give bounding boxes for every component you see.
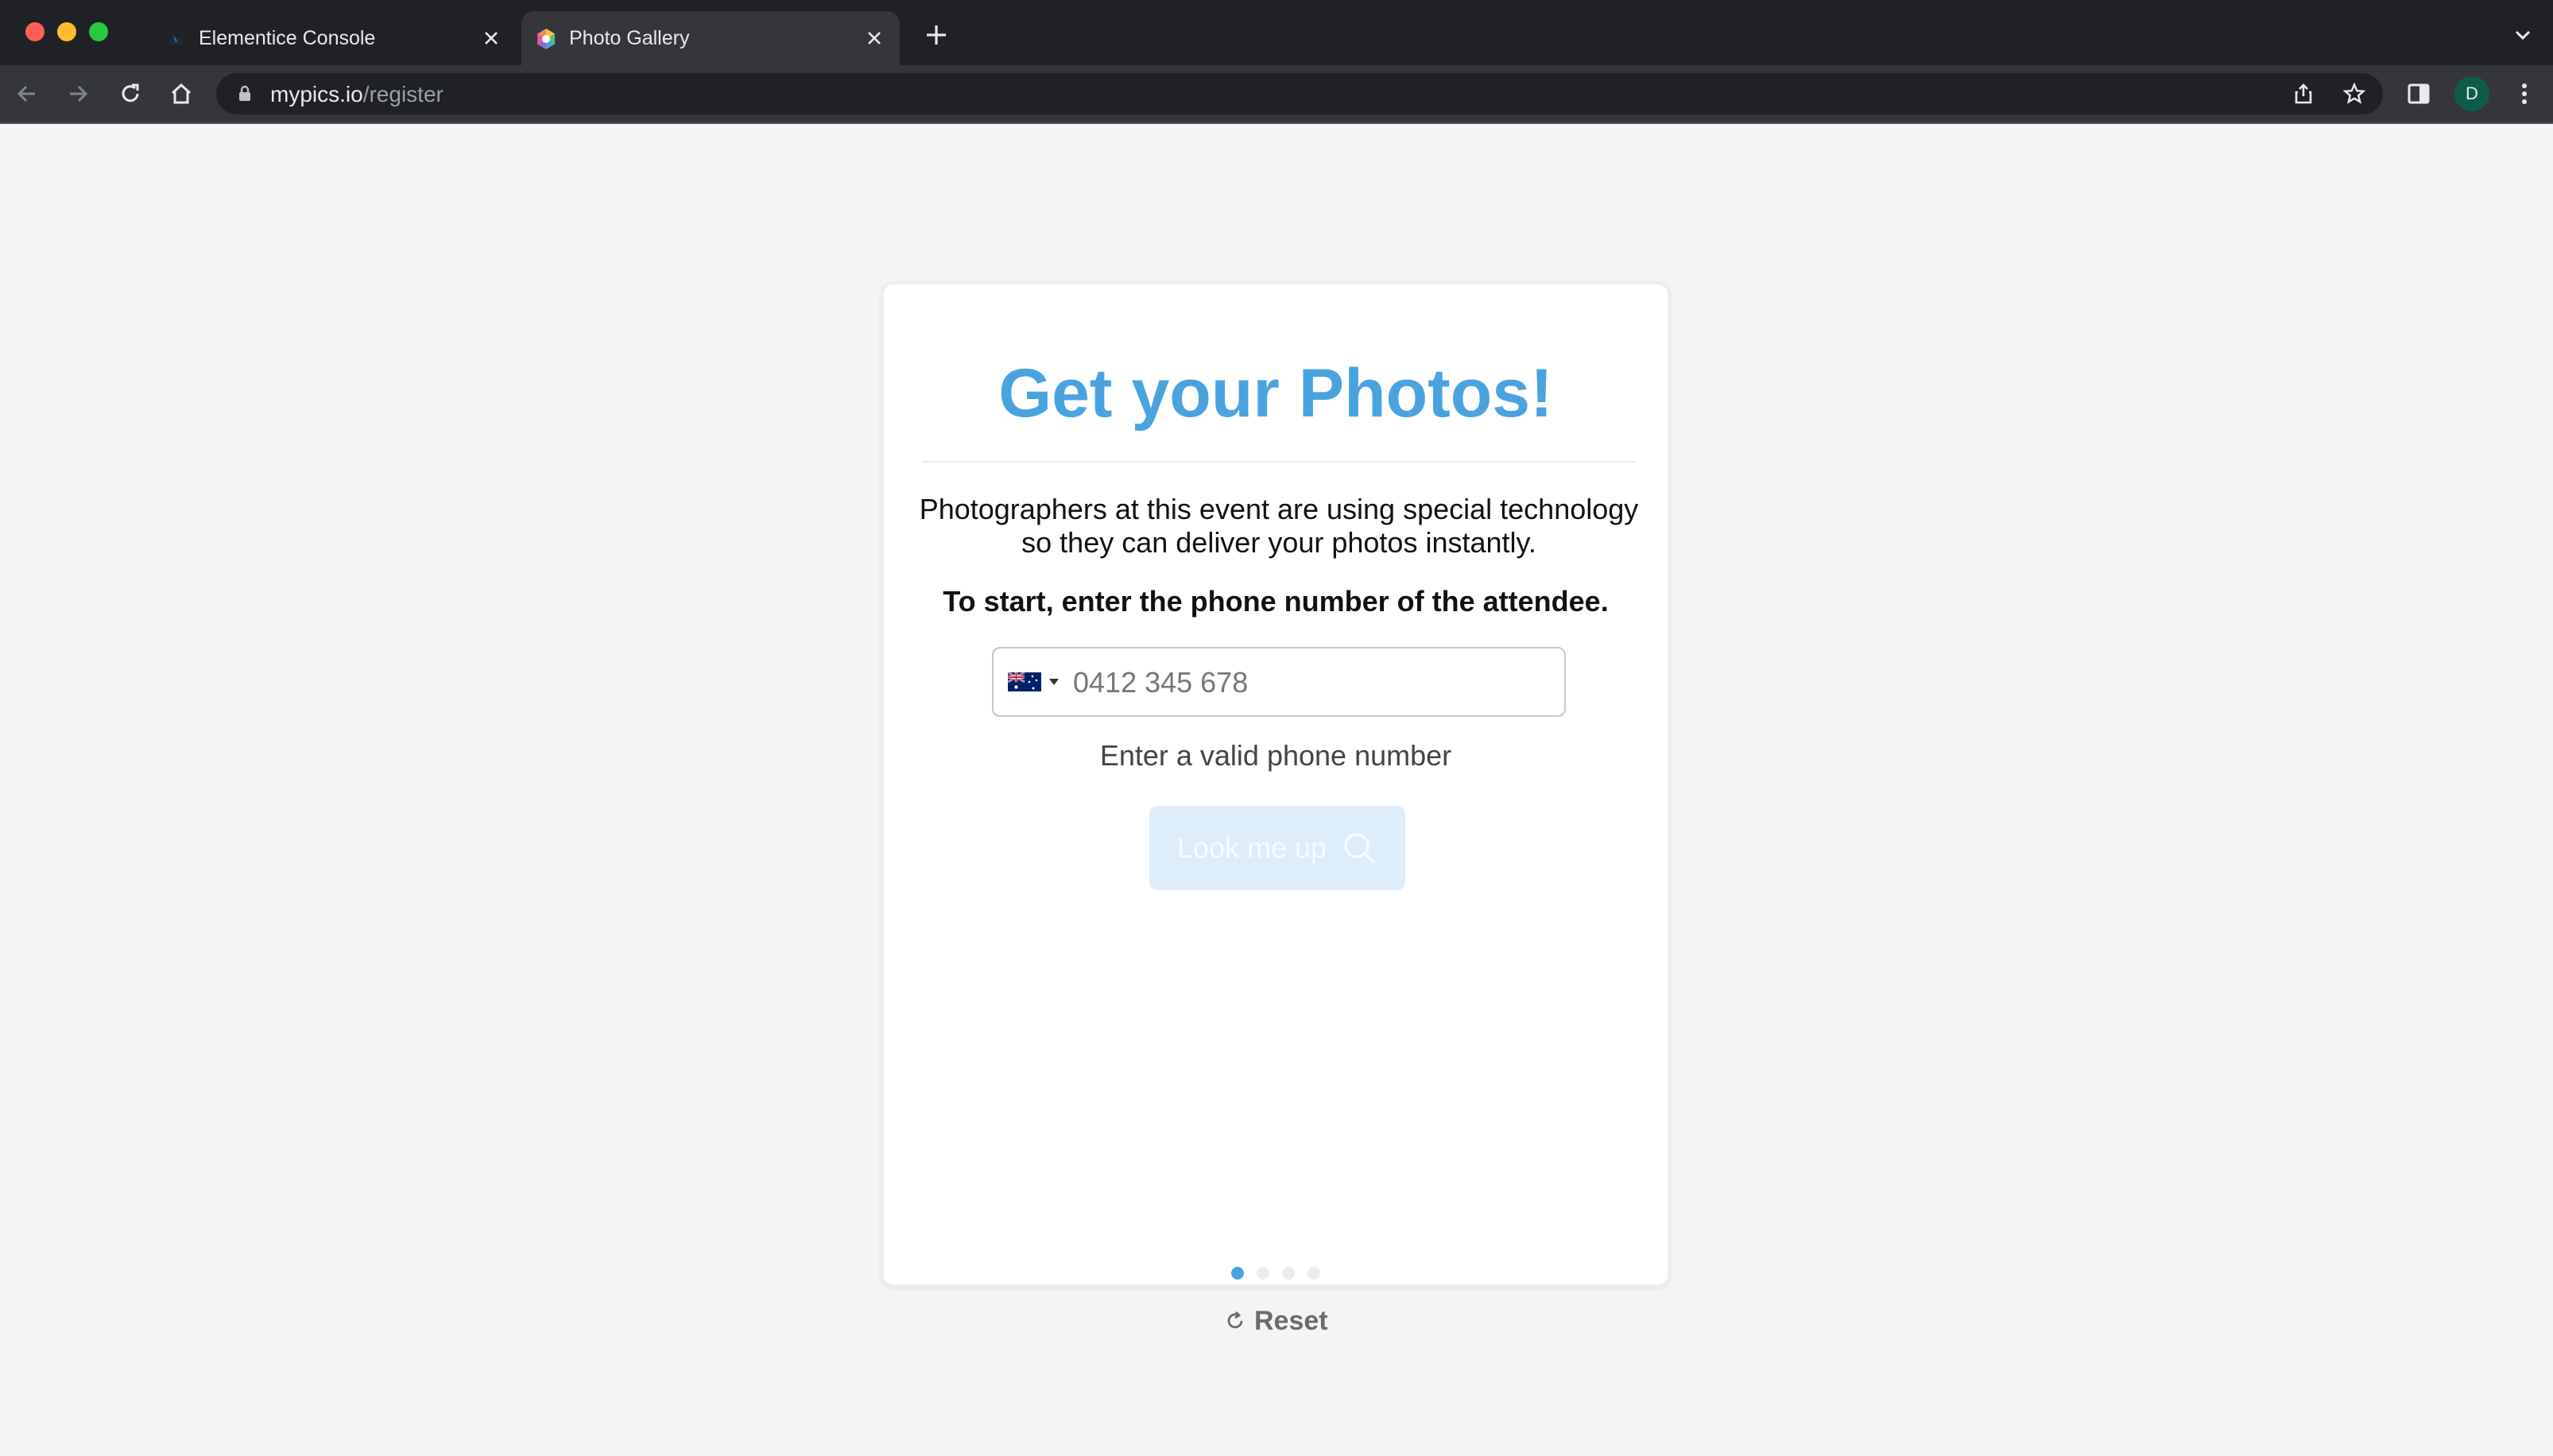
tab-label: Photo Gallery bbox=[569, 27, 690, 49]
registration-card: Get your Photos! Photographers at this e… bbox=[881, 281, 1671, 1288]
new-tab-plus-icon[interactable] bbox=[922, 21, 951, 49]
title-divider bbox=[922, 461, 1636, 463]
lock-icon[interactable] bbox=[235, 84, 254, 103]
share-icon[interactable] bbox=[2292, 83, 2315, 105]
tab-close-icon[interactable] bbox=[478, 25, 504, 51]
tab-search-chevron-down-icon[interactable] bbox=[2512, 24, 2534, 46]
instruction-text: To start, enter the phone number of the … bbox=[943, 585, 1609, 618]
reload-icon[interactable] bbox=[116, 79, 145, 108]
toolbar-divider bbox=[0, 122, 2553, 124]
url-host: mypics.io bbox=[270, 82, 363, 106]
more-vertical-icon[interactable] bbox=[2510, 79, 2539, 108]
look-me-up-button[interactable]: Look me up bbox=[1149, 806, 1405, 890]
reset-icon bbox=[1227, 1311, 1243, 1329]
bookmark-star-icon[interactable] bbox=[2343, 83, 2365, 105]
photo-gallery-favicon-icon bbox=[537, 29, 555, 49]
validation-hint: Enter a valid phone number bbox=[1099, 739, 1452, 772]
step-dot bbox=[1231, 1267, 1244, 1280]
phone-number-field[interactable] bbox=[992, 647, 1566, 717]
reset-label: Reset bbox=[1254, 1305, 1328, 1336]
step-indicator bbox=[884, 1267, 1668, 1280]
window-close-button[interactable] bbox=[25, 22, 45, 41]
window-zoom-button[interactable] bbox=[89, 22, 108, 41]
browser-toolbar: mypics.io/register D bbox=[0, 65, 2553, 122]
page-title: Get your Photos! bbox=[998, 355, 1553, 432]
profile-avatar[interactable]: D bbox=[2454, 76, 2489, 111]
home-icon[interactable] bbox=[167, 79, 196, 108]
step-dot bbox=[1307, 1267, 1320, 1280]
window-minimize-button[interactable] bbox=[57, 22, 76, 41]
search-icon bbox=[1344, 833, 1376, 865]
url-path: /register bbox=[362, 82, 444, 106]
country-dropdown-caret-icon[interactable] bbox=[1049, 679, 1059, 685]
phone-number-input[interactable] bbox=[1073, 663, 1550, 703]
reset-button[interactable]: Reset bbox=[1224, 1305, 1328, 1337]
step-dot bbox=[1257, 1267, 1269, 1280]
australia-flag-icon[interactable] bbox=[1008, 672, 1041, 691]
tab-elementice-console[interactable]: Elementice Console bbox=[151, 11, 517, 65]
description-text: Photographers at this event are using sp… bbox=[919, 493, 1639, 559]
side-panel-icon[interactable] bbox=[2404, 79, 2433, 108]
url-text[interactable]: mypics.io/register bbox=[270, 82, 444, 107]
tab-close-icon[interactable] bbox=[862, 25, 887, 51]
browser-tabstrip: Elementice Console Photo Gallery bbox=[0, 0, 2553, 65]
elementice-favicon-icon bbox=[166, 35, 185, 45]
forward-arrow-icon[interactable] bbox=[64, 79, 92, 108]
address-bar[interactable]: mypics.io/register bbox=[216, 73, 2383, 114]
look-me-up-label: Look me up bbox=[1176, 831, 1327, 864]
tab-photo-gallery[interactable]: Photo Gallery bbox=[521, 11, 900, 65]
back-arrow-icon[interactable] bbox=[13, 79, 41, 108]
step-dot bbox=[1282, 1267, 1295, 1280]
tab-label: Elementice Console bbox=[199, 27, 376, 49]
